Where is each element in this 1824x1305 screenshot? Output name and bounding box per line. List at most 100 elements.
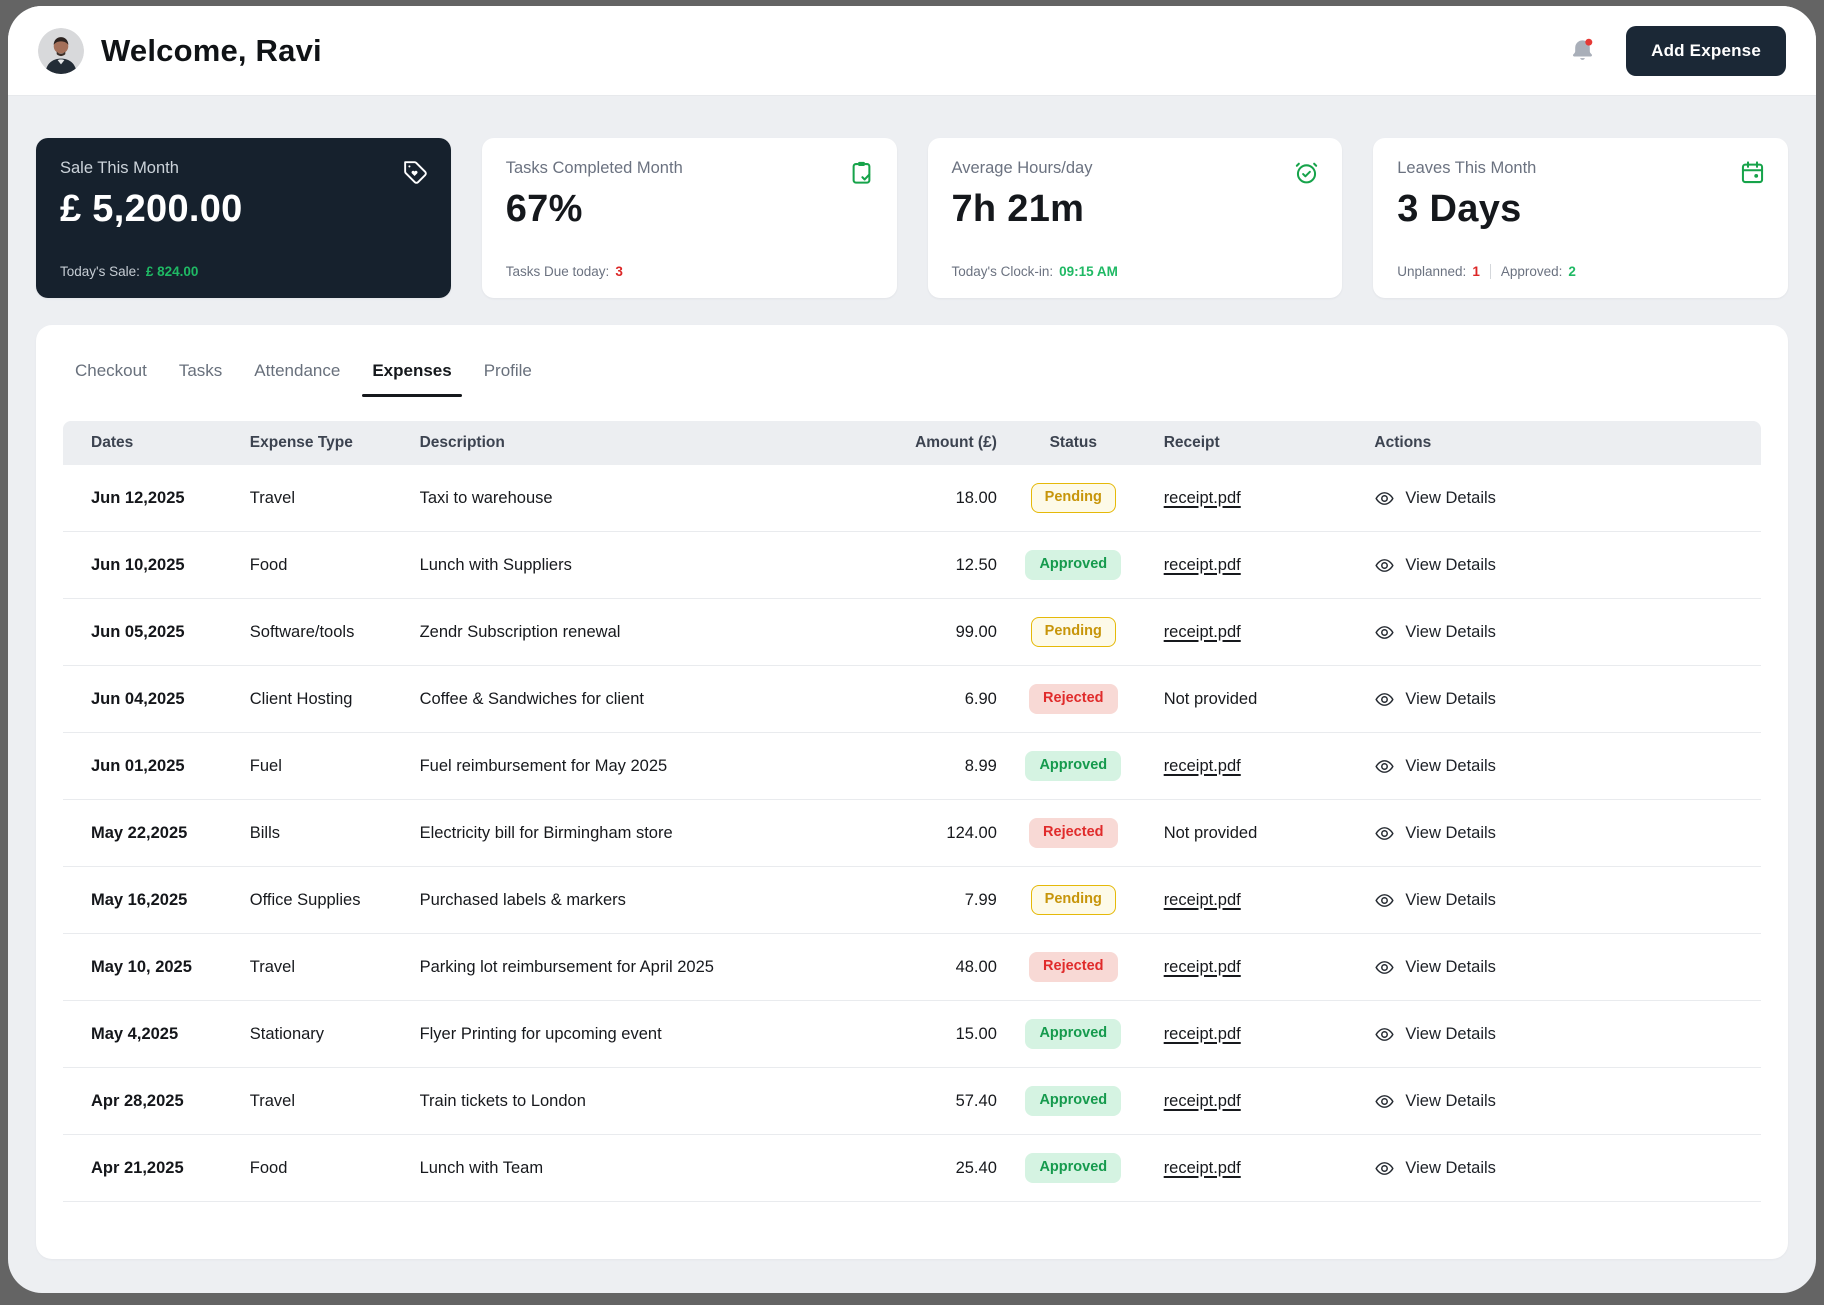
view-details-button[interactable]: View Details [1374, 756, 1496, 777]
add-expense-button[interactable]: Add Expense [1626, 25, 1786, 76]
bell-icon[interactable] [1569, 37, 1596, 64]
tab-expenses[interactable]: Expenses [362, 361, 463, 397]
receipt-cell: Not provided [1150, 824, 1371, 843]
expense-description: Lunch with Suppliers [419, 555, 572, 574]
view-details-button[interactable]: View Details [1374, 622, 1496, 643]
receipt-cell: receipt.pdf [1150, 556, 1371, 575]
receipt-link[interactable]: receipt.pdf [1164, 757, 1241, 775]
column-header-receipt: Receipt [1163, 434, 1220, 451]
eye-icon [1375, 1027, 1394, 1041]
stat-sub-value: 1 [1472, 264, 1480, 279]
eye-icon [1375, 692, 1394, 706]
expense-date: Jun 04,2025 [91, 689, 185, 708]
eye-icon [1375, 759, 1394, 773]
actions-cell: View Details [1370, 957, 1761, 978]
table-row: Jun 10,2025 Food Lunch with Suppliers 12.50… [63, 532, 1761, 599]
tab-checkout[interactable]: Checkout [75, 361, 147, 397]
tab-attendance[interactable]: Attendance [254, 361, 340, 397]
expense-amount: 48.00 [955, 957, 997, 976]
page-title: Welcome, Ravi [101, 32, 322, 68]
table-row: May 22,2025 Bills Electricity bill for Bir… [63, 800, 1761, 867]
status-cell: Pending [997, 617, 1150, 647]
expense-type: Fuel [249, 756, 282, 775]
receipt-link[interactable]: receipt.pdf [1164, 623, 1241, 641]
expense-type: Bills [249, 823, 281, 842]
receipt-cell: Not provided [1150, 690, 1371, 709]
expense-amount: 7.99 [964, 890, 997, 909]
view-details-button[interactable]: View Details [1374, 555, 1496, 576]
view-details-label: View Details [1405, 823, 1496, 842]
table-row: Jun 04,2025 Client Hosting Coffee & Sandwi… [63, 666, 1761, 733]
stat-sub-label: Tasks Due today: [505, 264, 610, 279]
stat-sub-label: Unplanned: [1397, 264, 1467, 279]
table-row: Jun 05,2025 Software/tools Zendr Subscript… [63, 599, 1761, 666]
actions-cell: View Details [1370, 1091, 1761, 1112]
receipt-link[interactable]: receipt.pdf [1164, 891, 1241, 909]
view-details-label: View Details [1405, 1024, 1496, 1043]
avatar[interactable] [38, 27, 84, 74]
view-details-button[interactable]: View Details [1374, 823, 1496, 844]
status-cell: Approved [997, 751, 1150, 781]
receipt-cell: receipt.pdf [1150, 1159, 1371, 1178]
view-details-button[interactable]: View Details [1374, 957, 1496, 978]
view-details-button[interactable]: View Details [1374, 890, 1496, 911]
view-details-button[interactable]: View Details [1374, 689, 1496, 710]
table-row: Jun 01,2025 Fuel Fuel reimbursement for Ma… [63, 733, 1761, 800]
view-details-button[interactable]: View Details [1374, 1158, 1496, 1179]
stat-value: £ 5,200.00 [60, 188, 243, 230]
column-header-amount: Amount (£) [915, 434, 997, 451]
stat-sub-label: Approved: [1500, 264, 1563, 279]
receipt-link[interactable]: receipt.pdf [1164, 489, 1241, 507]
stat-value: 3 Days [1397, 188, 1522, 230]
receipt-missing-text: Not provided [1163, 823, 1258, 842]
clipboard-check-icon [848, 159, 875, 186]
status-cell: Rejected [997, 818, 1150, 848]
receipt-missing-text: Not provided [1163, 689, 1258, 708]
expense-amount: 57.40 [955, 1091, 997, 1110]
status-badge: Rejected [1029, 952, 1118, 982]
avatar-image [38, 27, 84, 74]
status-cell: Approved [997, 1153, 1150, 1183]
view-details-button[interactable]: View Details [1374, 1091, 1496, 1112]
view-details-label: View Details [1405, 555, 1496, 574]
status-cell: Approved [997, 550, 1150, 580]
status-badge: Pending [1030, 885, 1116, 915]
receipt-link[interactable]: receipt.pdf [1164, 1092, 1241, 1110]
actions-cell: View Details [1370, 756, 1761, 777]
tab-profile[interactable]: Profile [484, 361, 532, 397]
expense-description: Lunch with Team [419, 1158, 544, 1177]
expense-type: Food [249, 1158, 288, 1177]
expense-type: Software/tools [249, 622, 355, 641]
view-details-button[interactable]: View Details [1374, 1024, 1496, 1045]
receipt-link[interactable]: receipt.pdf [1164, 556, 1241, 574]
calendar-icon [1739, 159, 1766, 186]
status-cell: Rejected [997, 952, 1150, 982]
receipt-link[interactable]: receipt.pdf [1164, 958, 1241, 976]
column-header-status: Status [1049, 434, 1097, 451]
expense-amount: 6.90 [964, 689, 997, 708]
view-details-button[interactable]: View Details [1374, 488, 1496, 509]
actions-cell: View Details [1370, 488, 1761, 509]
expense-description: Flyer Printing for upcoming event [419, 1024, 662, 1043]
status-badge: Pending [1030, 483, 1116, 513]
expense-date: May 16,2025 [91, 890, 188, 909]
stat-card-leaves: Leaves This Month 3 Days Unplanned: 1 Ap… [1373, 138, 1788, 298]
stat-value: 7h 21m [951, 188, 1085, 230]
expense-description: Taxi to warehouse [419, 488, 553, 507]
expenses-table: Dates Expense Type Description Amount (£) St… [63, 421, 1761, 1202]
stat-card-sales: Sale This Month £ 5,200.00 Today's Sale:… [36, 138, 451, 298]
view-details-label: View Details [1405, 1158, 1496, 1177]
expense-description: Parking lot reimbursement for April 2025 [419, 957, 714, 976]
table-header-row: Dates Expense Type Description Amount (£) St… [63, 421, 1761, 465]
app-window: Welcome, Ravi Add Expense Sale This Mont… [8, 6, 1816, 1293]
expense-date: May 10, 2025 [91, 957, 192, 976]
receipt-link[interactable]: receipt.pdf [1164, 1025, 1241, 1043]
stat-sub-value: 09:15 AM [1059, 264, 1118, 279]
view-details-label: View Details [1405, 1091, 1496, 1110]
expense-type: Office Supplies [249, 890, 361, 909]
expense-description: Train tickets to London [419, 1091, 586, 1110]
status-cell: Approved [997, 1086, 1150, 1116]
status-badge: Approved [1025, 1153, 1122, 1183]
receipt-link[interactable]: receipt.pdf [1164, 1159, 1241, 1177]
tab-tasks[interactable]: Tasks [179, 361, 222, 397]
